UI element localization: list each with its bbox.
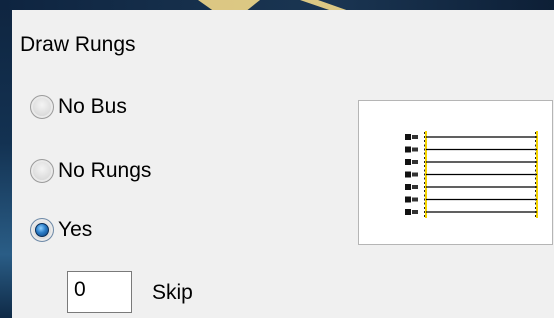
radio-selected-dot	[35, 223, 49, 237]
radio-no-rungs[interactable]: No Rungs	[30, 159, 151, 183]
rung-number-mark	[412, 135, 418, 139]
rung-number-mark	[405, 146, 411, 153]
rung-number-mark	[412, 210, 418, 214]
radio-label: No Rungs	[58, 159, 152, 182]
rung-number-mark	[412, 147, 418, 152]
radio-no-bus[interactable]: No Bus	[30, 95, 127, 119]
rung-number-mark	[412, 197, 418, 202]
desktop-background-left	[0, 0, 12, 318]
rung-number-mark	[412, 160, 418, 164]
rung-preview-box	[358, 100, 553, 245]
rung-number-mark	[405, 171, 411, 178]
ladder-preview-icon	[405, 131, 538, 218]
skip-input[interactable]: 0	[67, 271, 132, 313]
radio-button-icon[interactable]	[30, 159, 54, 183]
rung-number-mark	[412, 185, 418, 189]
rung-number-mark	[405, 184, 411, 190]
skip-label: Skip	[152, 281, 193, 304]
radio-label: No Bus	[58, 95, 127, 118]
rung-number-mark	[405, 134, 411, 140]
rung-number-mark	[405, 209, 411, 215]
radio-button-selected-icon[interactable]	[30, 218, 54, 242]
rung-number-mark	[412, 172, 418, 177]
rung-number-mark	[405, 159, 411, 165]
section-title: Draw Rungs	[20, 33, 136, 56]
radio-button-icon[interactable]	[30, 95, 54, 119]
rung-number-mark	[405, 196, 411, 203]
radio-yes[interactable]: Yes	[30, 218, 92, 242]
radio-label: Yes	[58, 218, 93, 241]
